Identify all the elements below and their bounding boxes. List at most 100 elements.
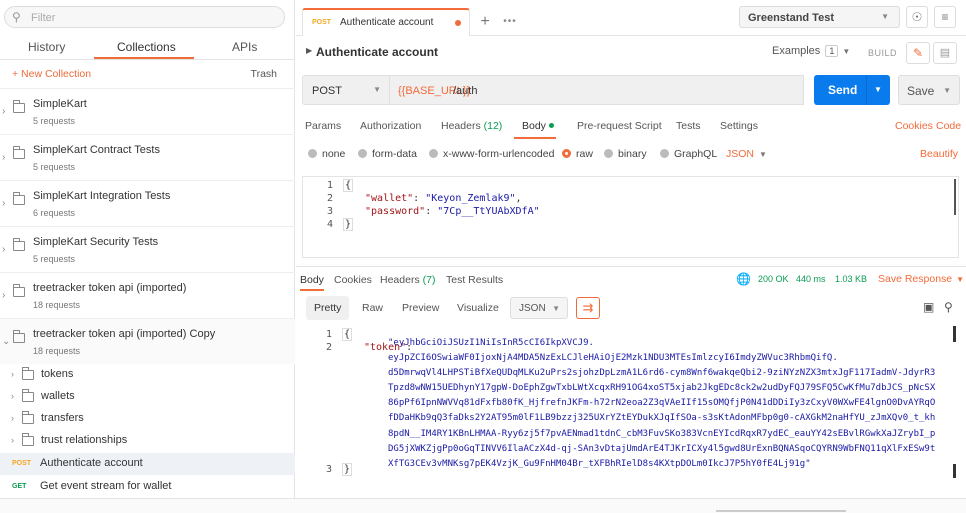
tab-body[interactable]: Body [522,120,554,132]
examples-dropdown[interactable]: Examples 1 ▼ [772,45,850,57]
tab-apis[interactable]: APIs [232,40,257,54]
collection-item[interactable]: › SimpleKart Integration Tests 6 request… [0,180,295,226]
request-body-editor[interactable]: 1 2 3 4 { "wallet": "Keyon_Zemlak9", "pa… [302,176,959,258]
response-format-select[interactable]: JSON ▼ [510,297,568,319]
collection-meta: 18 requests [33,346,81,356]
tab-response-body[interactable]: Body [300,274,324,286]
folder-icon [22,433,34,446]
eye-icon[interactable]: ☉ [906,6,928,28]
chevron-right-icon[interactable]: › [11,435,14,445]
view-preview[interactable]: Preview [394,296,447,320]
tab-history[interactable]: History [28,40,65,54]
folder-item[interactable]: › tokens [0,364,295,386]
radio-none[interactable]: none [308,148,345,160]
view-visualize[interactable]: Visualize [449,296,507,320]
beautify-link[interactable]: Beautify [920,148,958,160]
chevron-right-icon[interactable]: › [11,413,14,423]
tab-headers[interactable]: Headers (12) [441,120,502,132]
more-tabs-button[interactable]: ••• [500,14,520,32]
caret-right-icon[interactable]: ▶ [306,46,312,55]
add-tab-button[interactable]: + [474,14,496,32]
tab-authorization[interactable]: Authorization [360,120,421,132]
view-pretty[interactable]: Pretty [306,296,350,320]
folder-name: tokens [41,368,74,380]
brace: } [343,218,354,231]
radio-raw[interactable]: raw [562,148,593,160]
settings-sliders-icon[interactable]: ≡ [934,6,956,28]
chevron-right-icon[interactable]: › [11,369,14,379]
line-number: 4 [326,219,333,230]
comment-icon[interactable]: ▤ [933,42,957,64]
save-response-dropdown[interactable]: Save Response ▼ [878,273,964,285]
radio-binary[interactable]: binary [604,148,647,160]
tab-params[interactable]: Params [305,120,341,132]
wrap-lines-icon[interactable]: ⇉ [576,297,600,319]
code-line: } [343,218,354,231]
scrollbar[interactable] [953,464,956,478]
response-format-value: JSON [519,303,546,314]
environment-select[interactable]: Greenstand Test ▼ [739,6,900,28]
build-label: BUILD [868,48,898,58]
collection-item[interactable]: › treetracker token api (imported) 18 re… [0,272,295,318]
send-button[interactable]: Send ▼ [814,75,890,105]
code-link[interactable]: Code [936,120,961,132]
raw-format-select[interactable]: JSON ▼ [726,148,767,160]
request-item[interactable]: GET Get event stream for wallet [0,476,295,498]
method-select[interactable]: POST ▼ [302,75,390,105]
environment-name: Greenstand Test [748,12,834,24]
chevron-right-icon[interactable]: › [2,244,5,255]
radio-graphql[interactable]: GraphQL [660,148,717,160]
tab-settings[interactable]: Settings [720,120,758,132]
cookies-link[interactable]: Cookies [895,120,933,132]
collection-item[interactable]: › SimpleKart Contract Tests 5 requests [0,134,295,180]
folder-item[interactable]: › transfers [0,408,295,430]
sidebar-tabs: History Collections APIs [0,36,295,60]
save-response-label: Save Response [878,273,953,285]
chevron-right-icon[interactable]: › [2,106,5,117]
globe-icon[interactable]: 🌐 [736,272,751,286]
radio-urlencoded[interactable]: x-www-form-urlencoded [429,148,554,160]
radio-none-label: none [322,148,346,160]
status-bar [0,498,966,513]
copy-icon[interactable]: ▣ [923,300,934,314]
request-item-selected[interactable]: POST Authenticate account [0,453,295,475]
chevron-right-icon[interactable]: › [2,290,5,301]
chevron-right-icon[interactable]: › [2,198,5,209]
tab-response-cookies[interactable]: Cookies [334,274,372,286]
view-raw[interactable]: Raw [354,296,391,320]
scroll-handle[interactable] [716,510,846,512]
radio-form-data[interactable]: form-data [358,148,417,160]
request-tab[interactable]: POST Authenticate account [302,8,470,36]
folder-item[interactable]: › trust relationships [0,430,295,452]
line-number: 1 [326,180,333,191]
collection-item[interactable]: › SimpleKart 5 requests [0,88,295,134]
save-label: Save [907,84,935,98]
response-view-row: Pretty Raw Preview Visualize JSON ▼ ⇉ ▣ … [302,296,962,322]
chevron-right-icon[interactable]: › [11,391,14,401]
save-button[interactable]: Save ▼ [898,75,960,105]
collection-item-expanded[interactable]: ⌄ treetracker token api (imported) Copy … [0,318,295,364]
scrollbar[interactable] [950,179,956,215]
tab-tests[interactable]: Tests [676,120,701,132]
url-input[interactable]: {{BASE_URL}} /auth [390,75,804,105]
tab-test-results[interactable]: Test Results [446,274,503,286]
filter-input[interactable] [31,10,271,25]
collection-meta: 5 requests [33,254,76,264]
trash-link[interactable]: Trash [251,68,277,80]
code-line: { [343,179,354,192]
search-icon[interactable]: ⚲ [944,300,953,314]
new-collection-button[interactable]: + New Collection [12,68,91,80]
tab-collections[interactable]: Collections [117,40,176,54]
scrollbar[interactable] [953,326,956,342]
pencil-icon[interactable]: ✎ [906,42,930,64]
chevron-down-icon[interactable]: ⌄ [2,336,10,347]
response-body-editor[interactable]: 1 2 3 { "token": "eyJhbGciOiJSUzI1NiIsIn… [302,326,962,478]
folder-name: wallets [41,390,75,402]
chevron-right-icon[interactable]: › [2,152,5,163]
tab-response-headers[interactable]: Headers (7) [380,274,435,286]
collection-item[interactable]: › SimpleKart Security Tests 5 requests [0,226,295,272]
folder-item[interactable]: › wallets [0,386,295,408]
tab-prerequest[interactable]: Pre-request Script [577,120,662,132]
chevron-down-icon[interactable]: ▼ [943,86,951,95]
chevron-down-icon[interactable]: ▼ [874,85,882,94]
